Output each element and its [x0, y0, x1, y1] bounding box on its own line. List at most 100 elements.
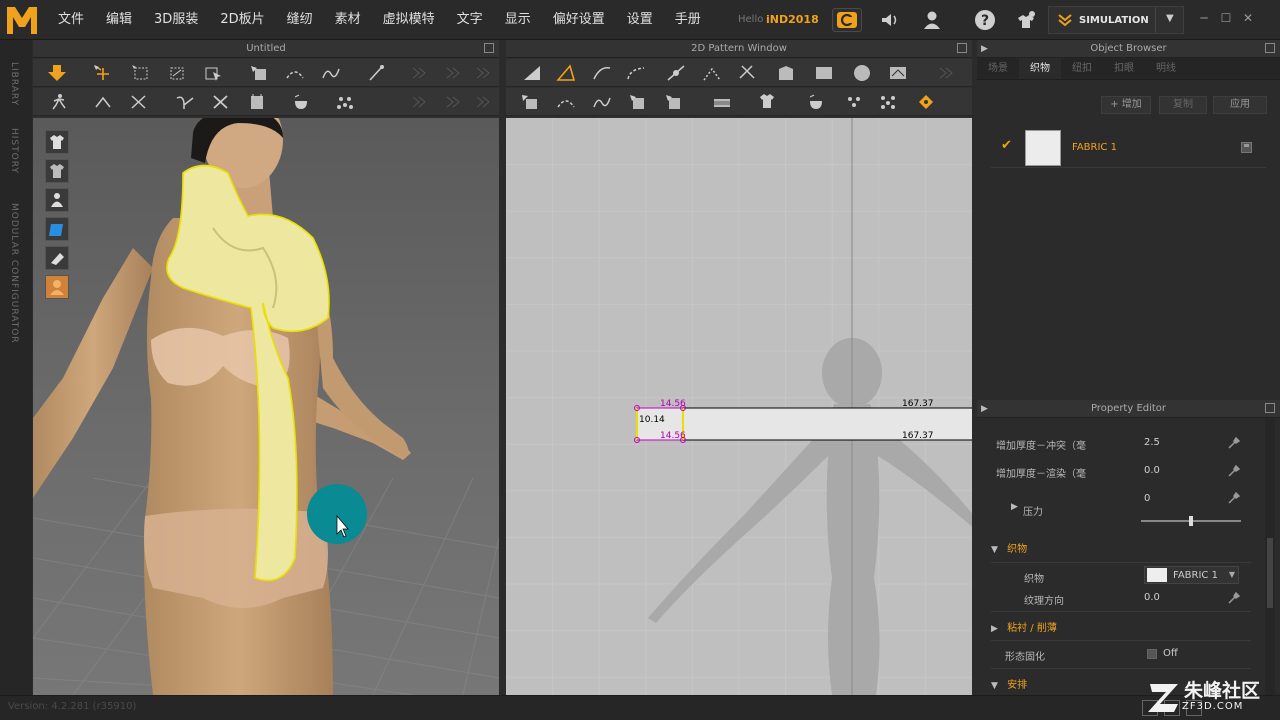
tab-library[interactable]: LIBRARY — [9, 62, 19, 106]
measure-icon[interactable] — [175, 93, 195, 111]
avatar-body[interactable] — [33, 118, 499, 695]
lasso-select-icon[interactable] — [167, 64, 187, 82]
curvature-icon[interactable] — [626, 64, 646, 82]
circle-icon[interactable] — [852, 64, 872, 82]
simulate-arrow-icon[interactable] — [47, 64, 67, 82]
fold-tool-icon[interactable] — [93, 93, 113, 111]
avatar-pose-icon[interactable] — [49, 93, 69, 111]
tab-modular-configurator[interactable]: MODULAR CONFIGURATOR — [9, 203, 19, 344]
internal-line-icon[interactable] — [702, 64, 722, 82]
apply-button[interactable]: 应用 — [1213, 96, 1267, 114]
menu-avatar[interactable]: 虚拟模特 — [372, 0, 446, 40]
more-tools-icon-4[interactable] — [409, 93, 429, 111]
trace-icon[interactable] — [888, 64, 908, 82]
eraser-button[interactable] — [45, 246, 69, 270]
add-button[interactable]: + 增加 — [1101, 96, 1151, 114]
popout-icon[interactable] — [957, 43, 967, 53]
menu-edit[interactable]: 编辑 — [95, 0, 143, 40]
sound-icon[interactable] — [876, 7, 904, 33]
button-tool-icon[interactable] — [291, 93, 311, 111]
section-arrangement-header[interactable]: ▼ 安排 — [991, 676, 1027, 691]
avatar-settings-icon[interactable] — [1012, 7, 1040, 33]
slider-thumb[interactable] — [1189, 516, 1193, 526]
offset-icon[interactable] — [738, 64, 758, 82]
maximize-icon[interactable]: ☐ — [1218, 10, 1234, 26]
menu-manual[interactable]: 手册 — [664, 0, 712, 40]
property-scrollbar[interactable] — [1265, 418, 1275, 700]
popout-icon[interactable] — [1265, 43, 1275, 53]
tab-topstitch[interactable]: 明线 — [1145, 58, 1187, 79]
2d-pattern-canvas[interactable]: 14.56 14.56 10.14 167.37 167.37 — [506, 118, 972, 695]
wrench-icon[interactable] — [1227, 436, 1241, 450]
simulation-dropdown[interactable]: SIMULATION ▼ — [1048, 6, 1184, 34]
tab-buttonhole[interactable]: 扣眼 — [1103, 58, 1145, 79]
menu-display[interactable]: 显示 — [494, 0, 542, 40]
select-move-icon[interactable] — [93, 64, 113, 82]
annotation-icon[interactable] — [916, 93, 936, 111]
menu-text[interactable]: 文字 — [446, 0, 494, 40]
button-2d-icon[interactable] — [806, 93, 826, 111]
box-select-icon[interactable] — [131, 64, 151, 82]
credit-button[interactable] — [832, 8, 862, 32]
md-logo-icon[interactable] — [4, 3, 40, 37]
segment-sewing-icon[interactable] — [520, 93, 540, 111]
expand-arrow-icon[interactable]: ▶ — [1011, 502, 1018, 512]
add-point-icon[interactable] — [666, 64, 686, 82]
edit-curve-point-icon[interactable] — [592, 64, 612, 82]
username-label[interactable]: iND2018 — [766, 13, 819, 26]
collapse-arrow-icon[interactable]: ▶ — [981, 400, 988, 418]
shape-solid-checkbox[interactable] — [1147, 649, 1157, 659]
property-value[interactable]: 2.5 — [1144, 437, 1160, 448]
property-value[interactable]: 0.0 — [1144, 465, 1160, 476]
more-tools-icon-7[interactable] — [936, 64, 956, 82]
grid-pattern-icon[interactable] — [878, 93, 898, 111]
wrench-icon[interactable] — [1227, 591, 1241, 605]
tab-scene[interactable]: 场景 — [977, 58, 1019, 79]
menu-settings[interactable]: 设置 — [616, 0, 664, 40]
pressure-slider[interactable] — [1141, 516, 1241, 526]
skin-button[interactable] — [45, 275, 69, 299]
grain-value[interactable]: 0.0 — [1144, 592, 1160, 603]
more-tools-icon-2[interactable] — [443, 64, 463, 82]
rectangle-icon[interactable] — [814, 64, 834, 82]
free-sew-icon[interactable] — [321, 64, 341, 82]
texture-button[interactable] — [45, 217, 69, 241]
more-tools-icon-3[interactable] — [473, 64, 493, 82]
more-tools-icon-6[interactable] — [473, 93, 493, 111]
minimize-icon[interactable]: ─ — [1196, 10, 1212, 26]
polygon-icon[interactable] — [776, 64, 796, 82]
section-adhesive-header[interactable]: ▶ 粘衬 / 削薄 — [991, 619, 1057, 634]
topstitch-icon[interactable] — [335, 93, 355, 111]
fabric-texture-icon[interactable] — [712, 93, 732, 111]
menu-file[interactable]: 文件 — [47, 0, 95, 40]
scrollbar-thumb[interactable] — [1267, 538, 1273, 608]
pin-icon[interactable] — [367, 64, 387, 82]
transform-icon[interactable] — [203, 64, 223, 82]
show-garment-button[interactable] — [45, 130, 69, 154]
copy-button[interactable]: 复制 — [1159, 96, 1207, 114]
garment-edit-icon[interactable] — [758, 93, 778, 111]
garment-fit-icon[interactable] — [247, 93, 267, 111]
menu-sewing[interactable]: 缝纫 — [276, 0, 324, 40]
3d-viewport[interactable] — [33, 118, 499, 695]
edit-sewing-icon[interactable] — [628, 93, 648, 111]
m-n-sewing-icon[interactable] — [592, 93, 612, 111]
transform-pattern-icon[interactable] — [522, 64, 542, 82]
tack-icon[interactable] — [129, 93, 149, 111]
garment-mode-button[interactable] — [45, 159, 69, 183]
more-tools-icon[interactable] — [409, 64, 429, 82]
strengthen-icon[interactable] — [211, 93, 231, 111]
check-sewing-icon[interactable] — [664, 93, 684, 111]
popout-icon[interactable] — [484, 43, 494, 53]
menu-materials[interactable]: 素材 — [324, 0, 372, 40]
wrench-icon[interactable] — [1227, 464, 1241, 478]
segment-sew-icon[interactable] — [285, 64, 305, 82]
popout-icon[interactable] — [1265, 403, 1275, 413]
help-icon[interactable]: ? — [971, 7, 999, 33]
fabric-list-item[interactable]: ✔ FABRIC 1 — [991, 128, 1266, 168]
show-avatar-button[interactable] — [45, 188, 69, 212]
save-icon[interactable] — [1241, 142, 1252, 153]
topstitch-2d-icon[interactable] — [844, 93, 864, 111]
user-icon[interactable] — [918, 7, 946, 33]
fabric-select[interactable]: FABRIC 1 ▼ — [1144, 566, 1239, 584]
